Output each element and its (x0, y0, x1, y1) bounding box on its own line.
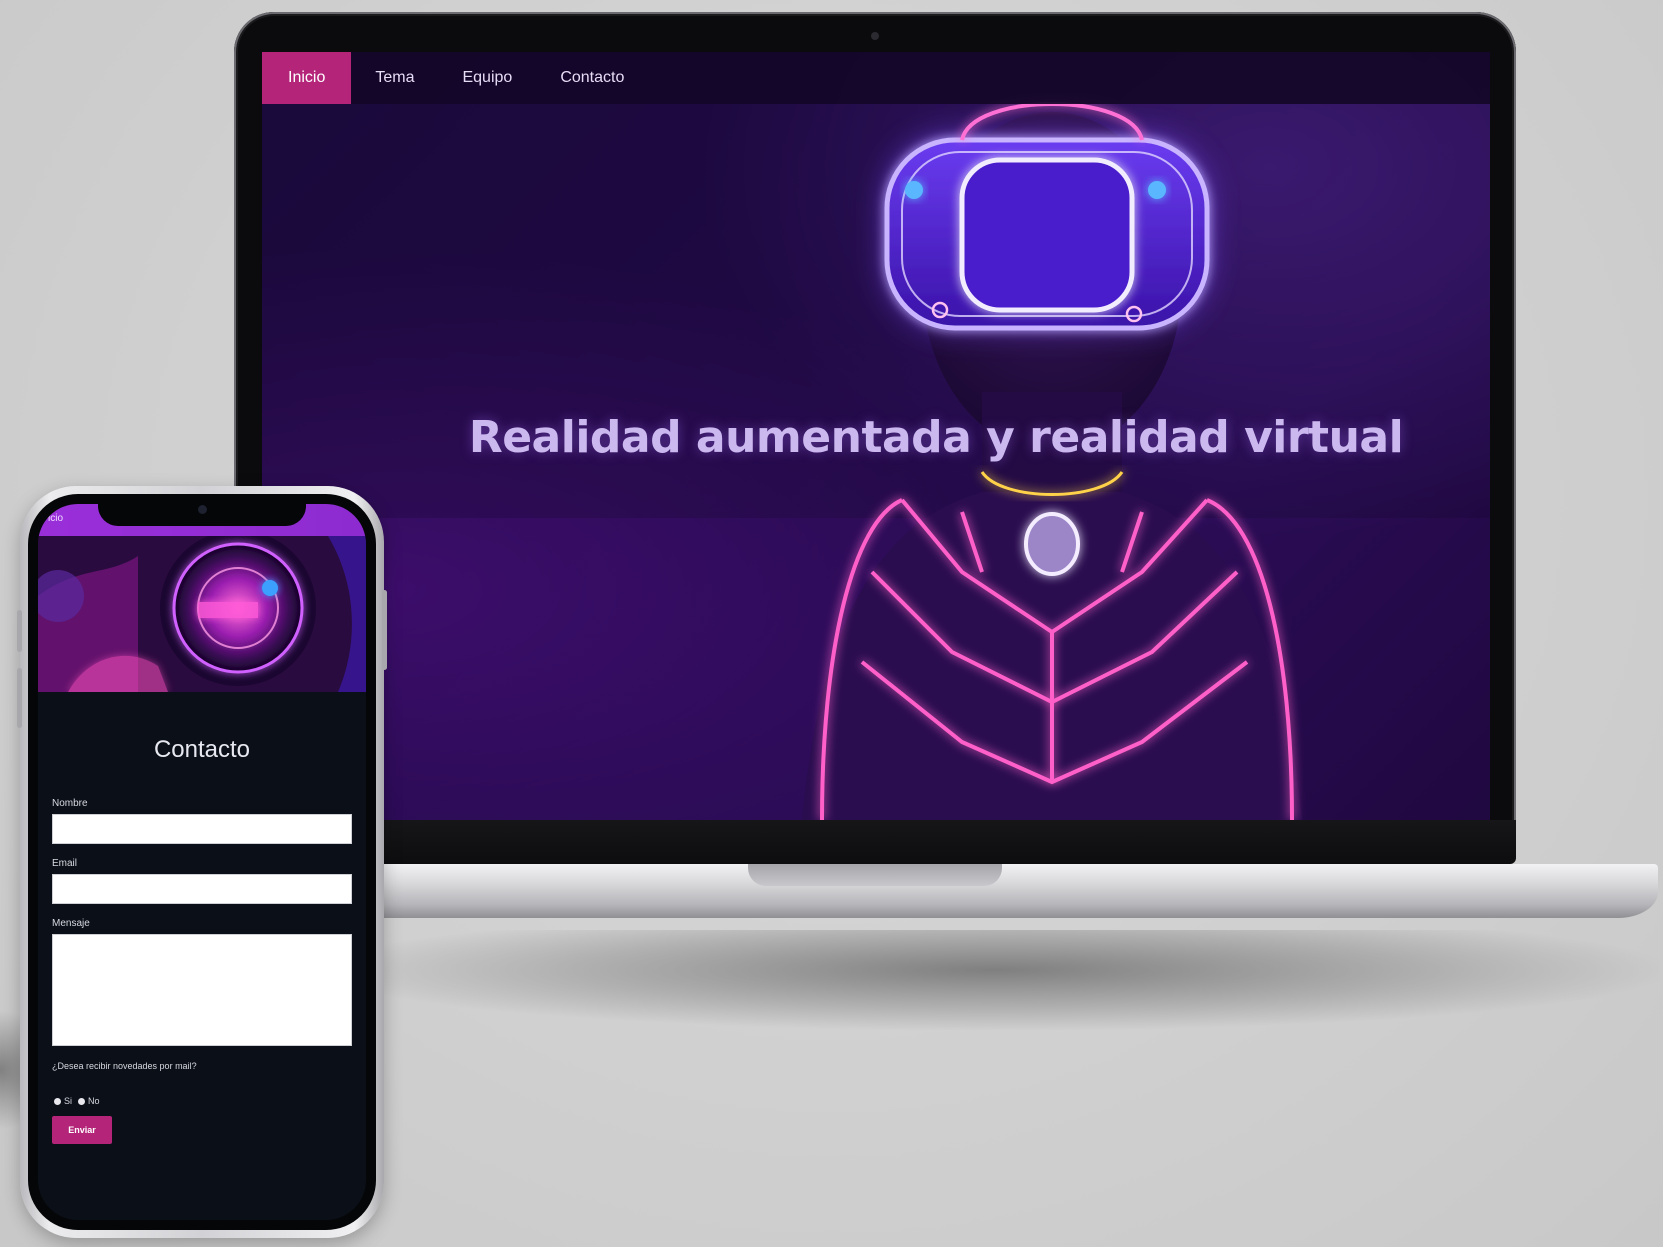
nav-item-tema[interactable]: Tema (351, 52, 438, 104)
radio-no-label: No (88, 1096, 100, 1106)
email-field[interactable] (52, 874, 352, 904)
mockup-scene: Inicio Tema Equipo Contacto Realidad aum… (0, 0, 1663, 1247)
phone-volume-down-button (17, 668, 22, 728)
message-label: Mensaje (52, 918, 90, 929)
newsletter-options: Si No (54, 1096, 100, 1106)
nav-item-equipo[interactable]: Equipo (438, 52, 536, 104)
message-textarea[interactable] (52, 934, 352, 1046)
name-label: Nombre (52, 798, 88, 809)
radio-yes[interactable] (54, 1097, 61, 1105)
submit-button[interactable]: Enviar (52, 1116, 112, 1144)
newsletter-question: ¿Desea recibir novedades por mail? (52, 1061, 197, 1071)
phone-front-camera (198, 505, 207, 514)
laptop-screen: Inicio Tema Equipo Contacto Realidad aum… (262, 52, 1490, 820)
email-label: Email (52, 858, 78, 869)
desktop-nav: Inicio Tema Equipo Contacto (262, 52, 1490, 104)
laptop-chin (234, 820, 1516, 864)
laptop-camera (871, 32, 879, 40)
phone-volume-up-button (17, 610, 22, 652)
nav-item-contacto[interactable]: Contacto (536, 52, 648, 104)
nav-item-inicio[interactable]: Inicio (262, 52, 352, 104)
radio-yes-label: Si (64, 1096, 73, 1106)
radio-no[interactable] (78, 1097, 86, 1105)
hero-title: Realidad aumentada y realidad virtual (468, 412, 1404, 463)
laptop-shadow (330, 930, 1660, 1030)
mobile-nav-item-inicio[interactable]: icio (48, 513, 63, 524)
laptop-trackpad-notch (748, 864, 1002, 886)
